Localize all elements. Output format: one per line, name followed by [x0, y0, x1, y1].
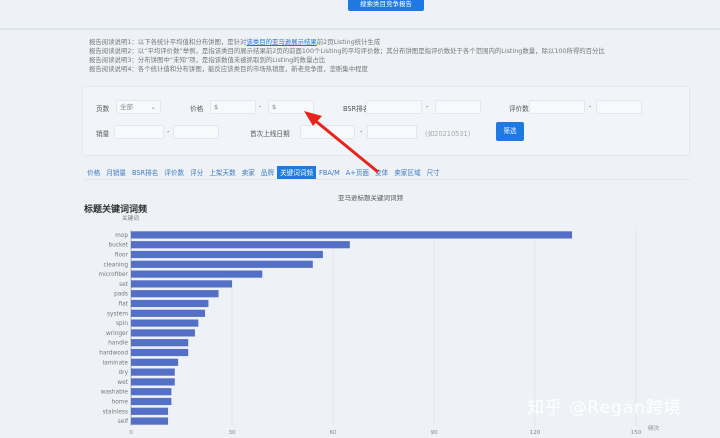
bar-flat — [131, 299, 209, 308]
bar-wet — [131, 378, 175, 386]
y-tick-label: system — [107, 311, 128, 317]
y-tick-label: bucket — [108, 243, 128, 249]
y-tick-label: set — [119, 282, 129, 288]
bar-set — [131, 280, 232, 288]
bar-washable — [131, 388, 172, 396]
x-tick-label: 60 — [329, 430, 337, 436]
y-tick-label: spin — [116, 321, 128, 327]
watermark: 知乎 @Regan跨境 — [527, 398, 682, 418]
x-tick-label: 120 — [530, 430, 541, 436]
y-tick-label: wet — [117, 380, 128, 386]
y-tick-label: microfiber — [98, 272, 128, 278]
y-tick-label: washable — [101, 390, 129, 396]
bar-home — [131, 397, 172, 406]
bar-floor — [131, 250, 323, 259]
bar-system — [131, 309, 206, 317]
bar-hardwood — [131, 348, 189, 357]
y-tick-label: dry — [119, 370, 129, 376]
bar-dry — [131, 368, 175, 376]
y-tick-label: hardwood — [99, 351, 128, 357]
x-tick-label: 90 — [430, 430, 438, 436]
x-tick-label: 0 — [129, 430, 133, 436]
bar-microfiber — [131, 270, 263, 278]
y-tick-label: flat — [119, 302, 129, 308]
bar-self — [131, 417, 169, 425]
bar-cleaning — [131, 260, 313, 268]
y-tick-label: laminate — [103, 360, 129, 366]
x-axis-name: 频次 — [648, 424, 660, 432]
bar-handle — [131, 339, 189, 347]
y-tick-label: pads — [114, 292, 128, 298]
bar-laminate — [131, 358, 179, 366]
bar-bucket — [131, 241, 350, 249]
bar-chart: 0 30 60 90 120 150 mop bucket floor cleaning micro… — [98, 230, 660, 436]
bar-spin — [131, 319, 199, 327]
y-tick-label: floor — [115, 253, 129, 259]
x-tick-label: 30 — [228, 430, 236, 436]
y-tick-label: mop — [115, 233, 128, 239]
y-tick-label: self — [118, 419, 129, 425]
y-tick-label: stainless — [103, 409, 128, 415]
bar-pads — [131, 290, 219, 298]
bar-wringer — [131, 329, 195, 337]
y-tick-label: cleaning — [103, 262, 128, 268]
y-tick-label: handle — [108, 341, 128, 347]
y-tick-label: home — [112, 400, 129, 406]
bar-stainless — [131, 407, 169, 415]
x-tick-label: 150 — [631, 430, 642, 436]
y-tick-label: wringer — [106, 331, 129, 337]
bar-mop — [131, 231, 573, 239]
